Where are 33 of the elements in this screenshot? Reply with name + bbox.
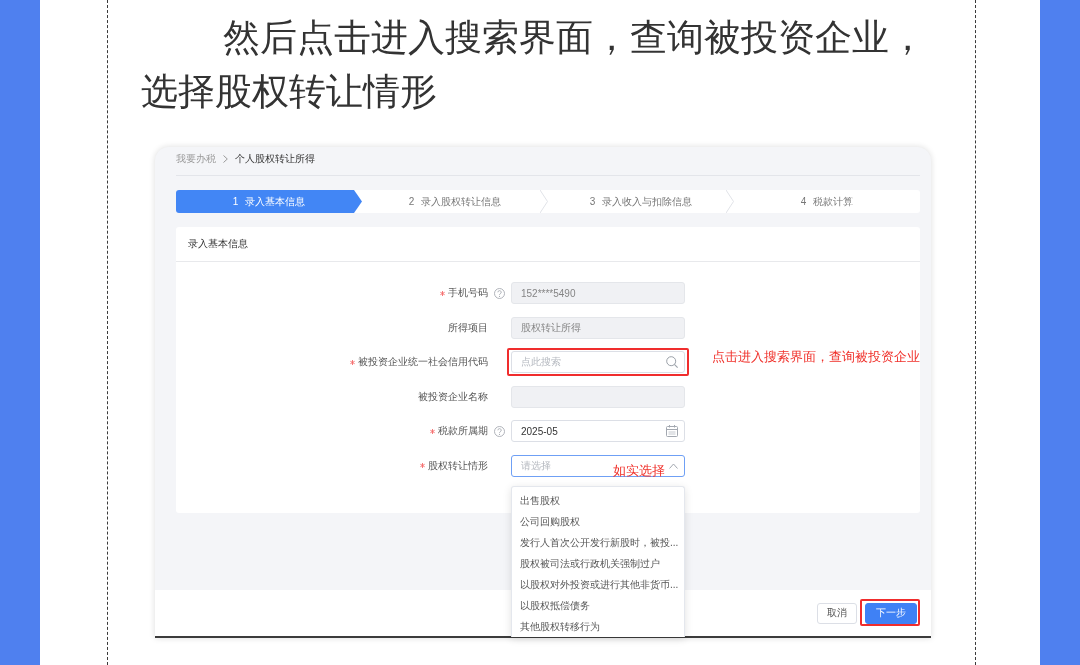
breadcrumb-link[interactable]: 我要办税 bbox=[176, 151, 216, 166]
heading-text: 然后点击进入搜索界面，查询被投资企业，选择股权转让情形 bbox=[141, 16, 927, 114]
field-label: 被投资企业统一社会信用代码 bbox=[358, 355, 488, 370]
breadcrumb-chevron-icon bbox=[223, 154, 228, 163]
calendar-icon[interactable] bbox=[666, 425, 678, 438]
dropdown-option[interactable]: 以股权对外投资或进行其他非货币... bbox=[512, 573, 684, 595]
field-label: 所得项目 bbox=[448, 320, 488, 335]
step-tab[interactable]: 1 录入基本信息 bbox=[176, 190, 362, 213]
search-icon[interactable] bbox=[666, 356, 678, 369]
help-icon[interactable] bbox=[494, 425, 505, 437]
caret-icon[interactable] bbox=[669, 462, 678, 469]
cancel-button[interactable]: 取消 bbox=[817, 602, 857, 624]
step-tab[interactable]: 4 税款计算 bbox=[734, 190, 920, 213]
step-tab[interactable]: 3 录入收入与扣除信息 bbox=[548, 190, 734, 213]
dropdown-option[interactable]: 以股权抵偿债务 bbox=[512, 594, 684, 616]
field-label: 股权转让情形 bbox=[428, 458, 488, 473]
step-chevron-icon bbox=[540, 190, 548, 213]
dropdown-option[interactable]: 公司回购股权 bbox=[512, 510, 684, 532]
dropdown-option[interactable]: 其他股权转移行为 bbox=[512, 615, 684, 637]
dropdown-option[interactable]: 出售股权 bbox=[512, 489, 684, 511]
section-title: 录入基本信息 bbox=[188, 237, 248, 251]
date-field[interactable]: 2025-05 bbox=[511, 420, 685, 443]
field-label: 手机号码 bbox=[448, 286, 488, 300]
next-button[interactable]: 下一步 bbox=[865, 602, 917, 624]
field-label: 税款所属期 bbox=[438, 424, 488, 439]
field-label: 被投资企业名称 bbox=[418, 389, 488, 404]
dropdown-option[interactable]: 股权被司法或行政机关强制过户 bbox=[512, 552, 684, 574]
dropdown-option[interactable]: 发行人首次公开发行新股时，被投... bbox=[512, 531, 684, 553]
annotation-text: 如实选择 bbox=[613, 462, 665, 479]
annotation-text: 点击进入搜索界面，查询被投资企业 bbox=[712, 349, 920, 366]
step-chevron-icon bbox=[726, 190, 734, 213]
step-tab[interactable]: 2 录入股权转让信息 bbox=[362, 190, 548, 213]
breadcrumb-current: 个人股权转让所得 bbox=[235, 151, 315, 166]
